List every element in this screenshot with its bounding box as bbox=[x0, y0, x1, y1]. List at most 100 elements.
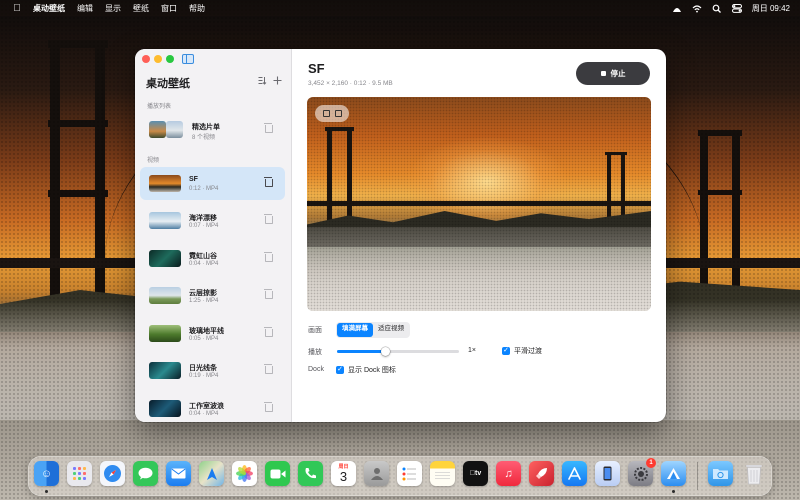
fit-video-option[interactable]: 适应视频 bbox=[373, 323, 409, 337]
dock-separator bbox=[697, 462, 698, 490]
facetime-icon[interactable] bbox=[265, 461, 290, 486]
window-close-button[interactable] bbox=[142, 55, 150, 63]
trash-icon[interactable] bbox=[264, 123, 273, 133]
menu-clock[interactable]: 周日 09:42 bbox=[752, 3, 790, 14]
fill-screen-option[interactable]: 填满屏幕 bbox=[337, 323, 373, 337]
checkmark-icon: ✓ bbox=[502, 347, 510, 355]
downloads-folder-icon[interactable] bbox=[708, 461, 733, 486]
playlist-section-label: 播放列表 bbox=[147, 104, 172, 110]
calendar-icon[interactable]: 周日 3 bbox=[331, 461, 356, 486]
dock: ☺ 周日 3 tv ♫ bbox=[28, 456, 772, 496]
trash-icon[interactable] bbox=[264, 252, 273, 262]
menu-window[interactable]: 窗口 bbox=[161, 3, 177, 14]
trash-bin-icon[interactable] bbox=[741, 461, 766, 486]
dock-label: Dock bbox=[308, 366, 324, 373]
menu-wallpaper[interactable]: 壁纸 bbox=[133, 3, 149, 14]
show-dock-icon-label: 显示 Dock 图标 bbox=[348, 367, 396, 374]
video-item-neon-valley[interactable]: 霓虹山谷 0:04 · MP4 bbox=[140, 242, 285, 275]
video-title: SF bbox=[308, 61, 325, 76]
playlist-name: 精选片单 bbox=[192, 124, 220, 131]
trash-icon[interactable] bbox=[264, 289, 273, 299]
stop-button[interactable]: 停止 bbox=[576, 62, 650, 85]
playlist-item[interactable]: 精选片单 8 个视频 bbox=[140, 113, 285, 146]
menu-help[interactable]: 帮助 bbox=[189, 3, 205, 14]
video-meta: 1:25 · MP4 bbox=[189, 298, 219, 304]
slider-fill bbox=[337, 350, 386, 353]
app-status-icon[interactable] bbox=[672, 4, 682, 13]
checkmark-icon: ✓ bbox=[336, 366, 344, 374]
playlist-meta: 8 个视频 bbox=[192, 135, 216, 141]
sidebar-toggle-icon[interactable] bbox=[182, 54, 194, 64]
menu-app-name[interactable]: 桌动壁纸 bbox=[33, 3, 65, 14]
tv-icon[interactable]: tv bbox=[463, 461, 488, 486]
show-dock-icon-checkbox[interactable]: ✓ 显示 Dock 图标 bbox=[336, 365, 396, 375]
window-minimize-button[interactable] bbox=[154, 55, 162, 63]
video-thumbnail bbox=[149, 362, 181, 379]
video-thumbnail bbox=[149, 212, 181, 229]
video-name: 玻璃地平线 bbox=[189, 328, 224, 335]
reminders-icon[interactable] bbox=[397, 461, 422, 486]
trash-icon[interactable] bbox=[264, 364, 273, 374]
app-store-icon[interactable] bbox=[562, 461, 587, 486]
video-thumbnail bbox=[149, 400, 181, 417]
launchpad-icon[interactable] bbox=[67, 461, 92, 486]
photos-icon[interactable] bbox=[232, 461, 257, 486]
window-zoom-button[interactable] bbox=[166, 55, 174, 63]
video-meta: 0:04 · MP4 bbox=[189, 261, 219, 267]
speed-value: 1× bbox=[468, 347, 476, 354]
video-thumbnail bbox=[149, 287, 181, 304]
control-center-icon[interactable] bbox=[731, 3, 742, 13]
video-preview[interactable] bbox=[307, 97, 651, 311]
screen-label: 画面 bbox=[308, 327, 322, 334]
smooth-transition-checkbox[interactable]: ✓ 平滑过渡 bbox=[502, 346, 542, 356]
menu-bar:  桌动壁纸 编辑 显示 壁纸 窗口 帮助 周日 09:42 bbox=[0, 0, 800, 16]
stop-icon bbox=[600, 71, 606, 76]
notes-icon[interactable] bbox=[430, 461, 455, 486]
video-item-cloud-glimpse[interactable]: 云层掠影 1:25 · MP4 bbox=[140, 279, 285, 312]
finder-icon[interactable]: ☺ bbox=[34, 461, 59, 486]
wifi-icon[interactable] bbox=[692, 4, 702, 13]
messages-icon[interactable] bbox=[133, 461, 158, 486]
video-item-studio-waves[interactable]: 工作室波浪 0:04 · MP4 bbox=[140, 392, 285, 422]
contacts-icon[interactable] bbox=[364, 461, 389, 486]
import-list-icon[interactable] bbox=[258, 76, 267, 88]
video-meta: 0:19 · MP4 bbox=[189, 373, 219, 379]
video-meta: 0:05 · MP4 bbox=[189, 336, 219, 342]
menu-edit[interactable]: 编辑 bbox=[77, 3, 93, 14]
sidebar: 桌动壁纸 播放列表 精选片单 8 个视频 视频 SF 0:12 · MP4 海洋… bbox=[135, 49, 292, 422]
playlist-thumbnail bbox=[149, 121, 183, 138]
rocket-app-icon[interactable] bbox=[529, 461, 554, 486]
video-info: 3,452 × 2,160 · 0:12 · 9.5 MB bbox=[308, 80, 393, 87]
video-item-ocean-drift[interactable]: 海洋漂移 0:07 · MP4 bbox=[140, 204, 285, 237]
slider-knob[interactable] bbox=[381, 347, 391, 356]
apple-menu-icon[interactable]:  bbox=[11, 3, 23, 14]
trash-icon[interactable] bbox=[264, 214, 273, 224]
detail-pane: SF 3,452 × 2,160 · 0:12 · 9.5 MB 停止 画面 填… bbox=[292, 49, 666, 422]
music-icon[interactable]: ♫ bbox=[496, 461, 521, 486]
menu-view[interactable]: 显示 bbox=[105, 3, 121, 14]
wallpaper-app-icon[interactable] bbox=[661, 461, 686, 486]
system-settings-icon[interactable]: 1 bbox=[628, 458, 656, 486]
playback-label: 播放 bbox=[308, 349, 322, 356]
add-icon[interactable] bbox=[273, 76, 282, 88]
video-name: 工作室波浪 bbox=[189, 403, 224, 410]
iphone-mirroring-icon[interactable] bbox=[595, 461, 620, 486]
search-icon[interactable] bbox=[712, 4, 722, 13]
calendar-day: 3 bbox=[339, 468, 348, 484]
video-item-sf[interactable]: SF 0:12 · MP4 bbox=[140, 167, 285, 200]
safari-icon[interactable] bbox=[100, 461, 125, 486]
trash-icon[interactable] bbox=[264, 402, 273, 412]
video-name: 云层掠影 bbox=[189, 290, 217, 297]
playback-speed-slider[interactable] bbox=[337, 347, 459, 356]
videos-section-label: 视频 bbox=[147, 158, 160, 164]
trash-icon[interactable] bbox=[264, 177, 273, 187]
trash-icon[interactable] bbox=[264, 327, 273, 337]
fullscreen-toggle[interactable] bbox=[315, 105, 349, 122]
phone-icon[interactable] bbox=[298, 461, 323, 486]
video-item-glass-horizon[interactable]: 玻璃地平线 0:05 · MP4 bbox=[140, 317, 285, 350]
stop-label: 停止 bbox=[610, 69, 626, 78]
settings-badge: 1 bbox=[646, 458, 656, 468]
video-item-daylight-lines[interactable]: 日光线条 0:19 · MP4 bbox=[140, 354, 285, 387]
maps-icon[interactable] bbox=[199, 461, 224, 486]
mail-icon[interactable] bbox=[166, 461, 191, 486]
